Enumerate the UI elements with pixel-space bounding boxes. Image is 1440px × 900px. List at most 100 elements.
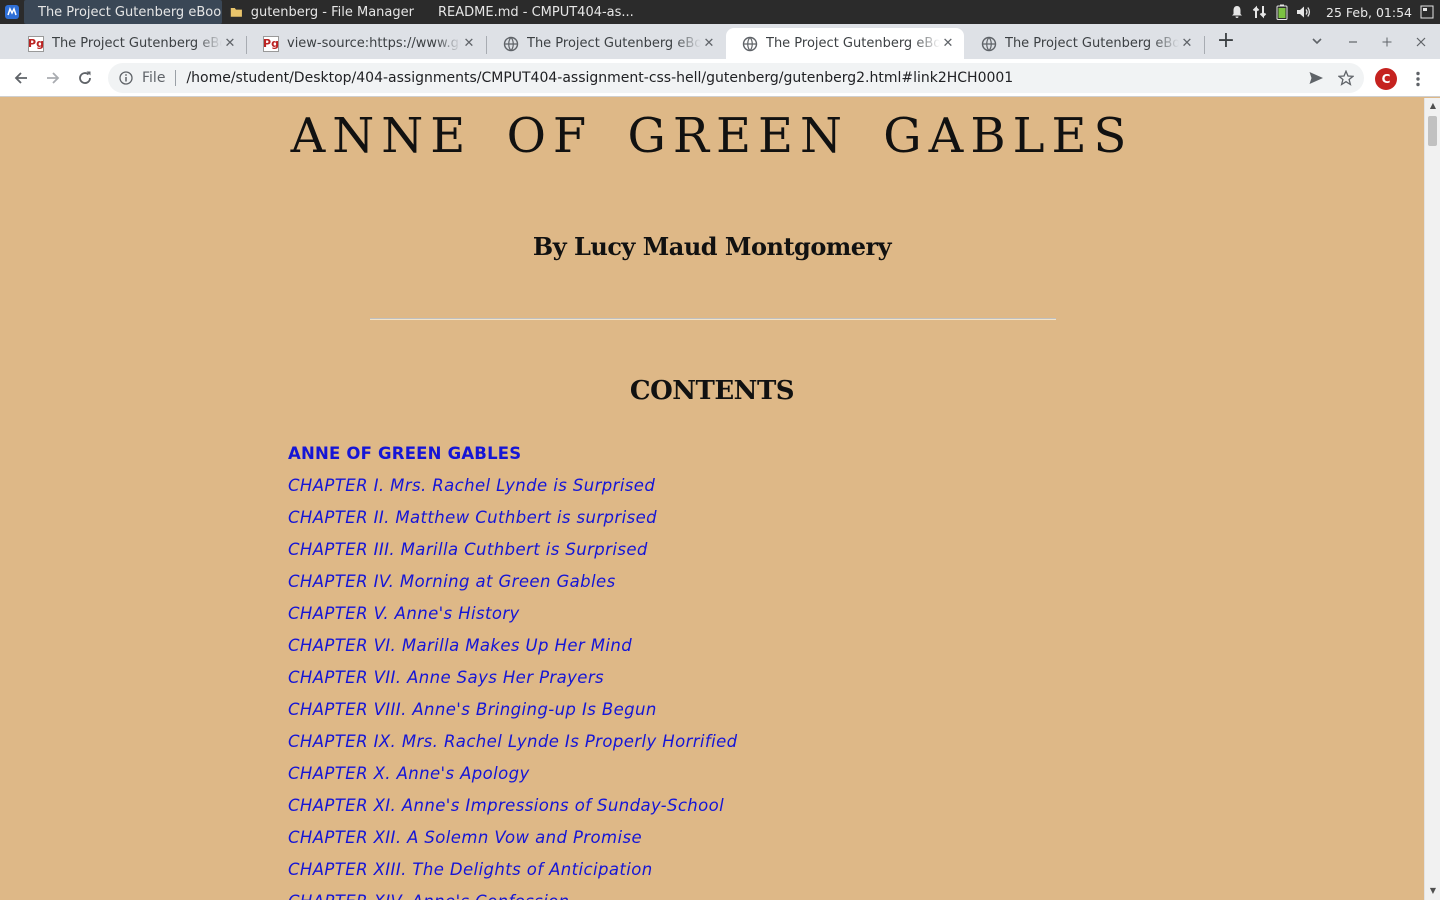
battery-icon[interactable] [1276,4,1288,20]
reload-icon [79,71,91,84]
address-divider [175,70,177,86]
tab-title: The Project Gutenberg eBook of [52,36,222,51]
globe-icon [981,36,997,51]
toc-item: CHAPTER II. Matthew Cuthbert is surprise… [288,502,738,534]
toc-link[interactable]: CHAPTER VII. Anne Says Her Prayers [288,668,604,687]
toc-link[interactable]: CHAPTER XIV. Anne's Confession [288,892,570,900]
more-vertical-icon [1416,71,1420,87]
toc-link[interactable]: CHAPTER II. Matthew Cuthbert is surprise… [288,508,657,527]
toc-item: ANNE OF GREEN GABLES [288,438,738,470]
table-of-contents: ANNE OF GREEN GABLES CHAPTER I. Mrs. Rac… [288,438,738,900]
toc-link[interactable]: CHAPTER I. Mrs. Rachel Lynde is Surprise… [288,476,655,495]
toc-link[interactable]: CHAPTER XII. A Solemn Vow and Promise [288,828,642,847]
star-icon[interactable] [1338,70,1354,86]
horizontal-rule [370,318,1056,320]
browser-tab[interactable]: Pg view-source:https://www.gutenb ✕ [247,28,485,59]
toc-item: CHAPTER XIV. Anne's Confession [288,886,738,900]
scroll-up-icon[interactable]: ▲ [1428,101,1438,111]
toc-link[interactable]: CHAPTER III. Marilla Cuthbert is Surpris… [288,540,648,559]
toc-link[interactable]: CHAPTER VIII. Anne's Bringing-up Is Begu… [288,700,657,719]
book-title: ANNE OF GREEN GABLES [290,108,1134,164]
globe-icon [503,36,519,51]
page-viewport: ANNE OF GREEN GABLES By Lucy Maud Montgo… [0,98,1424,900]
address-url[interactable]: /home/student/Desktop/404-assignments/CM… [186,70,1308,86]
taskbar-task-label: gutenberg - File Manager [250,4,414,20]
taskbar-task-file-manager[interactable]: gutenberg - File Manager [224,0,420,24]
maximize-button[interactable] [1372,30,1402,54]
gutenberg-icon: Pg [263,35,279,52]
send-icon[interactable] [1308,70,1324,86]
reload-button[interactable] [70,63,100,93]
book-author: By Lucy Maud Montgomery [532,232,892,261]
show-desktop-icon[interactable] [1420,5,1434,19]
close-icon [1416,37,1426,47]
toc-item: CHAPTER IX. Mrs. Rachel Lynde Is Properl… [288,726,738,758]
minimize-icon [1349,41,1357,43]
browser-tab[interactable]: The Project Gutenberg eBook of ✕ [965,28,1203,59]
address-scheme-label: File [142,70,166,86]
close-icon[interactable]: ✕ [461,36,477,52]
contents-heading: CONTENTS [629,376,795,406]
tab-title: The Project Gutenberg eBook of [766,36,940,51]
toc-link[interactable]: CHAPTER VI. Marilla Makes Up Her Mind [288,636,632,655]
toc-link[interactable]: CHAPTER X. Anne's Apology [288,764,530,783]
browser-toolbar: File /home/student/Desktop/404-assignmen… [0,59,1440,97]
close-window-button[interactable] [1406,30,1436,54]
maximize-icon [1382,37,1392,47]
toc-item: CHAPTER I. Mrs. Rachel Lynde is Surprise… [288,470,738,502]
scrollbar-thumb[interactable] [1428,116,1437,146]
close-icon[interactable]: ✕ [1179,36,1195,52]
arrow-left-icon [14,72,27,84]
os-taskbar: The Project Gutenberg eBoo... gutenberg … [0,0,1440,24]
address-bar[interactable]: File /home/student/Desktop/404-assignmen… [108,63,1364,93]
toc-item: CHAPTER III. Marilla Cuthbert is Surpris… [288,534,738,566]
back-button[interactable] [6,63,36,93]
tab-title: view-source:https://www.gutenb [287,36,461,51]
taskbar-task-label: The Project Gutenberg eBoo... [38,4,222,20]
close-icon[interactable]: ✕ [701,36,717,52]
taskbar-clock[interactable]: 25 Feb, 01:54 [1326,5,1412,20]
tab-title: The Project Gutenberg eBook of [1005,36,1179,51]
browser-tab[interactable]: Pg The Project Gutenberg eBook of ✕ [12,28,246,59]
page-scrollbar[interactable]: ▲ ▼ [1424,98,1440,900]
profile-avatar[interactable]: C [1375,68,1397,90]
toc-item: CHAPTER XIII. The Delights of Anticipati… [288,854,738,886]
browser-tab-active[interactable]: The Project Gutenberg eBook of ✕ [726,28,964,59]
start-menu-icon[interactable] [0,0,24,24]
taskbar-task-vscode[interactable]: README.md - CMPUT404-as... [424,0,634,24]
chevron-down-icon [1312,38,1322,45]
toc-link[interactable]: CHAPTER XI. Anne's Impressions of Sunday… [288,796,724,815]
tab-search-button[interactable] [1302,30,1332,54]
tab-separator [1204,36,1205,54]
toc-item: CHAPTER VI. Marilla Makes Up Her Mind [288,630,738,662]
toc-item: CHAPTER VIII. Anne's Bringing-up Is Begu… [288,694,738,726]
toc-link[interactable]: CHAPTER IX. Mrs. Rachel Lynde Is Properl… [288,732,738,751]
arrow-right-icon [47,72,60,84]
forward-button[interactable] [38,63,68,93]
close-icon[interactable]: ✕ [940,36,956,52]
tab-title: The Project Gutenberg eBook of [527,36,701,51]
toc-link[interactable]: ANNE OF GREEN GABLES [288,444,521,463]
browser-menu-button[interactable] [1408,66,1428,92]
toc-item: CHAPTER X. Anne's Apology [288,758,738,790]
close-icon[interactable]: ✕ [222,36,238,52]
scroll-down-icon[interactable]: ▼ [1428,886,1438,896]
toc-link[interactable]: CHAPTER IV. Morning at Green Gables [288,572,616,591]
toc-link[interactable]: CHAPTER XIII. The Delights of Anticipati… [288,860,653,879]
gutenberg-icon: Pg [28,35,44,52]
globe-icon [742,36,758,51]
toc-item: CHAPTER V. Anne's History [288,598,738,630]
info-icon[interactable] [118,70,134,86]
new-tab-button[interactable]: + [1212,30,1240,54]
minimize-button[interactable] [1338,30,1368,54]
toc-item: CHAPTER IV. Morning at Green Gables [288,566,738,598]
notification-bell-icon[interactable] [1230,5,1244,19]
toc-item: CHAPTER VII. Anne Says Her Prayers [288,662,738,694]
volume-icon[interactable] [1296,5,1312,19]
network-icon[interactable] [1252,4,1268,20]
taskbar-task-chrome[interactable]: The Project Gutenberg eBoo... [24,0,222,24]
toc-item: CHAPTER XII. A Solemn Vow and Promise [288,822,738,854]
toc-link[interactable]: CHAPTER V. Anne's History [288,604,520,623]
taskbar-task-label: README.md - CMPUT404-as... [438,4,634,20]
browser-tab[interactable]: The Project Gutenberg eBook of ✕ [487,28,725,59]
